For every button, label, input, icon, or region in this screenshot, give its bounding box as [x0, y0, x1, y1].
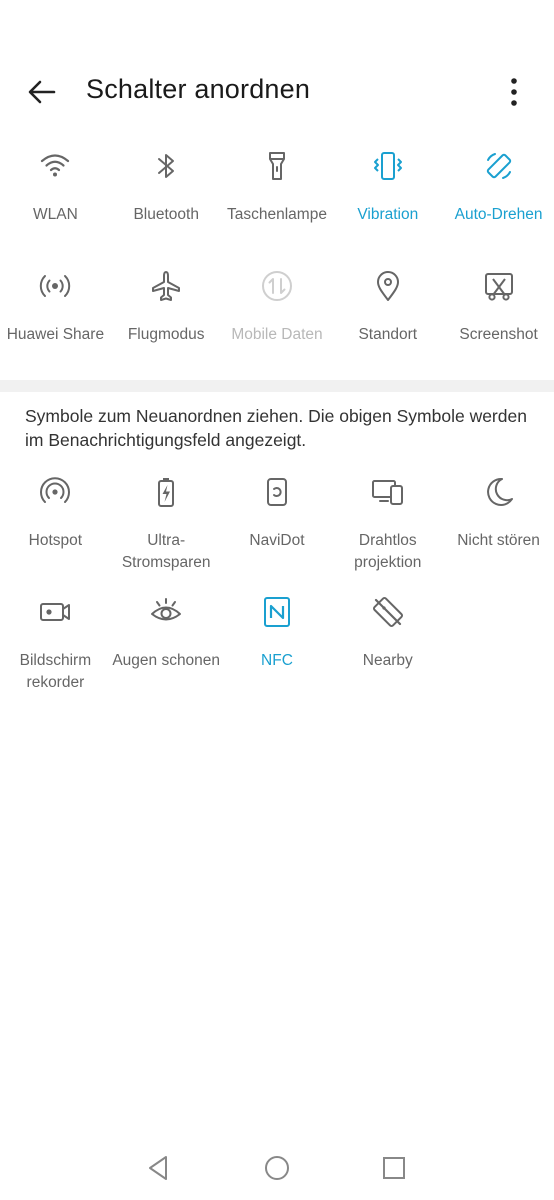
nearby-icon — [368, 592, 408, 632]
screen-recorder-icon — [35, 592, 75, 632]
toggle-label: Nicht stören — [457, 532, 540, 549]
toggle-tile-eye-comfort[interactable]: Augen schonen — [111, 588, 222, 708]
toggle-tile-bluetooth[interactable]: Bluetooth — [111, 142, 222, 262]
eye-comfort-icon — [146, 592, 186, 632]
toggle-tile-nfc[interactable]: NFC — [222, 588, 333, 708]
toggle-label: Vibration — [357, 206, 419, 223]
toggle-label: NaviDot — [249, 532, 305, 549]
screenshot-icon — [479, 266, 519, 306]
toggle-label: Ultra- Stromsparen — [121, 532, 211, 571]
toggle-label: Hotspot — [28, 532, 83, 549]
toggle-label: Standort — [358, 326, 418, 343]
page-title: Schalter anordnen — [86, 74, 311, 104]
toggle-tile-navidot[interactable]: NaviDot — [222, 468, 333, 588]
toggle-label: Screenshot — [459, 326, 538, 343]
toggle-label: Drahtlos projektion — [354, 532, 422, 571]
toggle-tile-screen-recorder[interactable]: Bildschirm rekorder — [0, 588, 111, 708]
toggle-tile-flashlight[interactable]: Taschenlampe — [222, 142, 333, 262]
toggle-label: Taschenlampe — [227, 206, 327, 223]
toggle-tile-nearby[interactable]: Nearby — [332, 588, 443, 708]
toggle-label: WLAN — [32, 206, 78, 223]
toggle-tile-location[interactable]: Standort — [332, 262, 443, 382]
toggle-tile-screenshot[interactable]: Screenshot — [443, 262, 554, 382]
more-options-icon[interactable] — [494, 72, 534, 112]
toggle-label: Auto-Drehen — [454, 206, 543, 223]
drag-hint-text: Symbole zum Neuanordnen ziehen. Die obig… — [25, 406, 527, 450]
toggle-tile-hotspot[interactable]: Hotspot — [0, 468, 111, 588]
moon-icon — [479, 472, 519, 512]
toggle-tile-mobile-data[interactable]: Mobile Daten — [222, 262, 333, 382]
section-divider — [0, 380, 554, 392]
toggle-label: Nearby — [362, 652, 413, 669]
flashlight-icon — [257, 146, 297, 186]
toggle-label: NFC — [261, 652, 293, 669]
nav-back-icon[interactable] — [141, 1150, 177, 1186]
toggle-tile-airplane[interactable]: Flugmodus — [111, 262, 222, 382]
toggle-tile-wireless-projection[interactable]: Drahtlos projektion — [332, 468, 443, 588]
available-toggles-grid: Hotspot Ultra- Stromsparen NaviDot Drahtlos p… — [0, 468, 554, 708]
airplane-icon — [146, 266, 186, 306]
navidot-icon — [257, 472, 297, 512]
toggle-label: Huawei Share — [6, 326, 105, 343]
toggle-tile-moon[interactable]: Nicht stören — [443, 468, 554, 588]
app-bar: Schalter anordnen — [0, 60, 554, 122]
toggle-label: Mobile Daten — [231, 326, 323, 343]
toggle-tile-wifi[interactable]: WLAN — [0, 142, 111, 262]
bluetooth-icon — [146, 146, 186, 186]
toggle-tile-auto-rotate[interactable]: Auto-Drehen — [443, 142, 554, 262]
toggle-tile-huawei-share[interactable]: Huawei Share — [0, 262, 111, 382]
wireless-projection-icon — [368, 472, 408, 512]
toggle-label: Augen schonen — [112, 652, 221, 669]
toggle-label: Bildschirm rekorder — [19, 652, 92, 691]
toggle-tile-battery-saver[interactable]: Ultra- Stromsparen — [111, 468, 222, 588]
mobile-data-icon — [257, 266, 297, 306]
wifi-icon — [35, 146, 75, 186]
nav-recents-icon[interactable] — [376, 1150, 412, 1186]
hotspot-icon — [35, 472, 75, 512]
toggle-label: Flugmodus — [127, 326, 205, 343]
toggle-label: Bluetooth — [133, 206, 199, 223]
system-navigation-bar — [0, 1136, 554, 1200]
toggle-tile-vibration[interactable]: Vibration — [332, 142, 443, 262]
active-toggles-grid: WLAN Bluetooth Taschenlampe Vibration Auto-D… — [0, 142, 554, 382]
location-icon — [368, 266, 408, 306]
battery-saver-icon — [146, 472, 186, 512]
back-arrow-icon[interactable] — [22, 72, 62, 112]
huawei-share-icon — [35, 266, 75, 306]
nav-home-icon[interactable] — [259, 1150, 295, 1186]
vibration-icon — [368, 146, 408, 186]
nfc-icon — [257, 592, 297, 632]
auto-rotate-icon — [479, 146, 519, 186]
